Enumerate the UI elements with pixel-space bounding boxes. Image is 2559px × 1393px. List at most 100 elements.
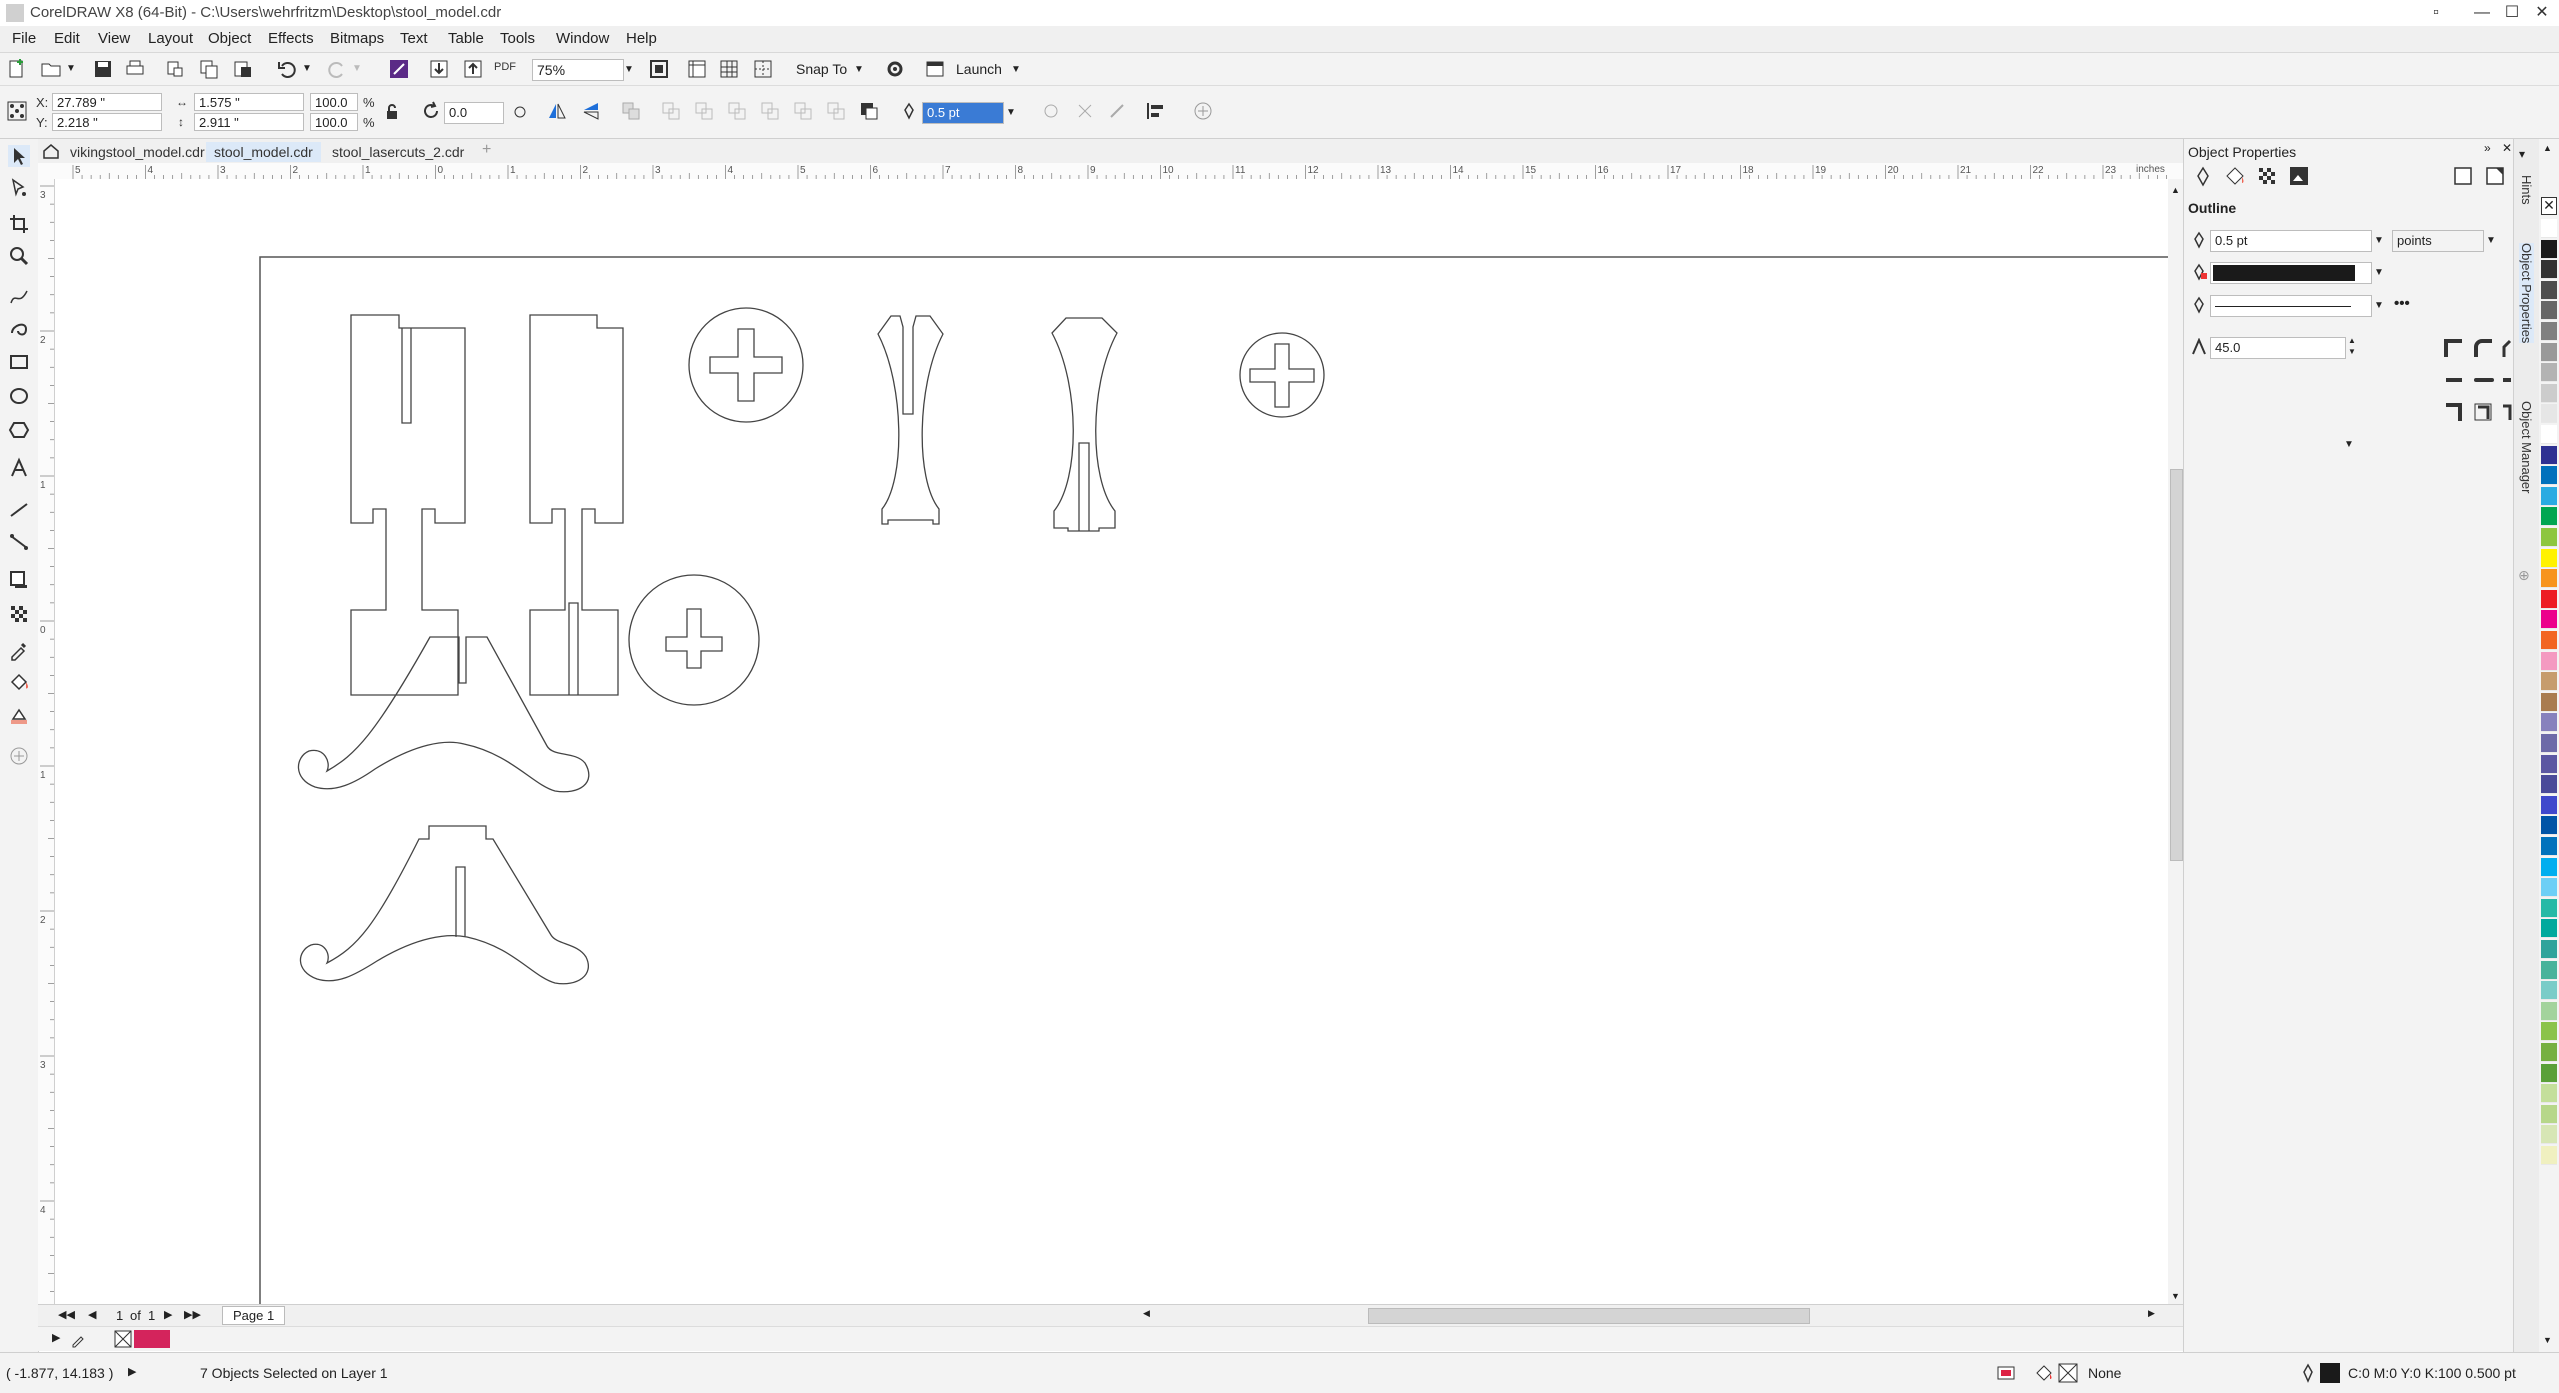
show-guidelines-icon[interactable]	[752, 58, 774, 80]
palette-swatch[interactable]	[2541, 672, 2557, 692]
page-1-tab[interactable]: Page 1	[222, 1306, 286, 1325]
launch-dropdown-icon[interactable]: ▼	[1009, 61, 1023, 79]
tab-object-manager[interactable]: Object Manager	[2519, 401, 2534, 494]
stool-leg-slot-bottom-2[interactable]	[529, 314, 624, 696]
palette-swatch[interactable]	[2541, 528, 2557, 547]
square-cap-icon[interactable]	[2502, 369, 2512, 391]
round-seat-2[interactable]	[1239, 332, 1325, 418]
vertical-scroll-thumb[interactable]	[2170, 469, 2183, 861]
palette-expand-icon[interactable]: ▶	[52, 1331, 60, 1344]
miter-spinner-down-icon[interactable]: ▼	[2348, 347, 2356, 356]
ellipse-tool-icon[interactable]	[8, 385, 30, 407]
show-rulers-icon[interactable]	[686, 58, 708, 80]
cross-slot-1[interactable]	[709, 328, 783, 402]
palette-swatch[interactable]	[2541, 919, 2557, 939]
no-color-swatch-icon[interactable]: ✕	[2541, 197, 2557, 215]
zoom-tool-icon[interactable]	[8, 245, 30, 267]
outline-tab-icon[interactable]	[2192, 165, 2214, 187]
palette-swatch[interactable]	[2541, 1043, 2557, 1062]
mustache-brace-1[interactable]	[297, 636, 590, 793]
fill-tab-icon[interactable]	[2224, 165, 2246, 187]
palette-swatch[interactable]	[2541, 404, 2557, 424]
snap-to-dropdown-icon[interactable]: ▼	[852, 61, 866, 79]
palette-swatch[interactable]	[2541, 569, 2557, 589]
palette-swatch[interactable]	[2541, 878, 2557, 898]
welcome-home-icon[interactable]	[42, 142, 60, 160]
tab-vikingstool-model[interactable]: vikingstool_model.cdr	[62, 142, 213, 162]
create-boundary-icon[interactable]	[858, 100, 880, 122]
simplify-icon[interactable]	[759, 100, 781, 122]
outline-width-dropdown-icon[interactable]: ▼	[1004, 104, 1018, 122]
menu-window[interactable]: Window	[556, 30, 609, 47]
line-style-dropdown-icon[interactable]: ▼	[2372, 297, 2386, 315]
open-icon[interactable]	[40, 58, 62, 80]
palette-swatch[interactable]	[2541, 342, 2557, 362]
rectangle-tool-icon[interactable]	[8, 351, 30, 373]
y-position-field[interactable]: 2.218 "	[52, 113, 162, 131]
options-gear-icon[interactable]	[884, 58, 906, 80]
paste-icon[interactable]	[232, 58, 254, 80]
redo-dropdown-icon[interactable]: ▼	[350, 60, 364, 78]
stool-leg-slot-top-1[interactable]	[350, 314, 466, 696]
round-cap-icon[interactable]	[2472, 369, 2494, 391]
status-expand-icon[interactable]: ▶	[128, 1365, 136, 1378]
curved-leg-4[interactable]	[1051, 317, 1118, 532]
outline-width-input[interactable]: 0.5 pt	[2210, 230, 2372, 252]
round-seat-3[interactable]	[628, 574, 760, 706]
palette-swatch[interactable]	[2541, 734, 2557, 753]
outside-position-icon[interactable]	[2442, 401, 2464, 423]
scroll-up-icon[interactable]: ▲	[2171, 185, 2180, 195]
palette-swatch[interactable]	[2541, 837, 2557, 856]
menu-file[interactable]: File	[12, 30, 36, 47]
menu-text[interactable]: Text	[400, 30, 428, 47]
height-field[interactable]: 2.911 "	[194, 113, 304, 131]
mirror-vertical-icon[interactable]	[580, 100, 602, 122]
more-options-icon[interactable]: ▼	[2344, 439, 2354, 450]
launch-icon[interactable]	[924, 58, 946, 80]
scale-width-field[interactable]: 100.0	[310, 93, 358, 111]
outline-width-field[interactable]: 0.5 pt	[922, 102, 1004, 124]
to-front-icon[interactable]	[1074, 100, 1096, 122]
restore-icon[interactable]: ▫	[2413, 0, 2459, 26]
palette-swatch[interactable]	[2541, 1084, 2557, 1104]
transparency-tool-icon[interactable]	[8, 603, 30, 625]
palette-scroll-up-icon[interactable]: ▲	[2543, 143, 2552, 153]
palette-swatch[interactable]	[2541, 589, 2557, 609]
no-color-swatch[interactable]	[114, 1330, 132, 1348]
wrap-text-icon[interactable]	[1040, 100, 1062, 122]
new-tab-icon[interactable]: +	[482, 141, 491, 159]
tab-object-properties[interactable]: Object Properties	[2519, 243, 2534, 344]
palette-swatch[interactable]	[2541, 466, 2557, 486]
align-distribute-icon[interactable]	[1145, 100, 1167, 122]
palette-swatch[interactable]	[2541, 219, 2557, 238]
tab-hints[interactable]: Hints	[2519, 175, 2534, 205]
launch-button[interactable]: Launch	[956, 61, 1002, 77]
close-button[interactable]: ✕	[2519, 0, 2559, 26]
weld-icon[interactable]	[660, 100, 682, 122]
outline-width-select-icon[interactable]: ▼	[2372, 232, 2386, 250]
trim-icon[interactable]	[693, 100, 715, 122]
palette-swatch[interactable]	[2541, 692, 2557, 712]
palette-swatch[interactable]	[2541, 260, 2557, 280]
palette-swatch[interactable]	[2541, 425, 2557, 444]
smart-fill-tool-icon[interactable]	[8, 705, 30, 727]
palette-swatch[interactable]	[2541, 548, 2557, 568]
menu-help[interactable]: Help	[626, 30, 657, 47]
last-page-icon[interactable]: ▶▶	[184, 1308, 201, 1321]
outline-units-select[interactable]: points	[2392, 230, 2484, 252]
docker-collapse-icon[interactable]: »	[2484, 141, 2491, 155]
cut-icon[interactable]	[164, 58, 186, 80]
palette-swatch[interactable]	[2541, 940, 2557, 959]
menu-bitmaps[interactable]: Bitmaps	[330, 30, 384, 47]
scroll-down-icon[interactable]: ▼	[2171, 1291, 2180, 1301]
docker-options-icon[interactable]	[2484, 165, 2506, 187]
menu-effects[interactable]: Effects	[268, 30, 314, 47]
undo-icon[interactable]	[276, 58, 298, 80]
mustache-brace-2[interactable]	[299, 825, 589, 985]
center-position-icon[interactable]	[2472, 401, 2494, 423]
palette-swatch[interactable]	[2541, 1104, 2557, 1124]
vertical-ruler[interactable]: 3 2 1 0 1 2 3 4	[38, 179, 55, 1304]
search-content-icon[interactable]	[388, 58, 410, 80]
transparency-tab-icon[interactable]	[2256, 165, 2278, 187]
bevel-corner-icon[interactable]	[2502, 337, 2512, 359]
